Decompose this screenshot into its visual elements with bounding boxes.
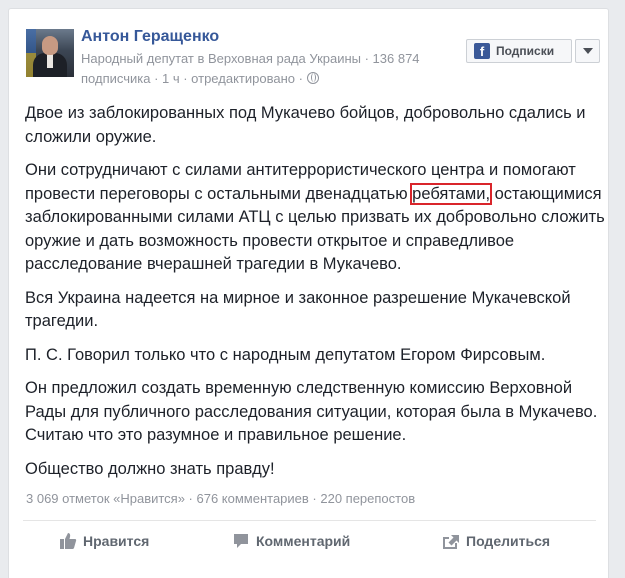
- post-card: Антон Геращенко Народный депутат в Верхо…: [8, 8, 609, 578]
- globe-icon[interactable]: [306, 72, 319, 84]
- comment-label: Комментарий: [256, 533, 351, 549]
- post-timestamp[interactable]: подписчика · 1 ч · отредактировано ·: [81, 71, 307, 86]
- actions-divider: [23, 520, 596, 521]
- chevron-down-icon: [582, 48, 593, 54]
- post-paragraph: Он предложил создать временную следствен…: [25, 379, 598, 444]
- like-button[interactable]: Нравится: [59, 532, 149, 550]
- post-stats[interactable]: 3 069 отметок «Нравится» · 676 комментар…: [26, 491, 415, 506]
- author-name[interactable]: Антон Геращенко: [81, 28, 219, 46]
- facebook-icon: f: [474, 43, 490, 59]
- avatar-shirt: [47, 54, 53, 68]
- follow-button[interactable]: f Подписки: [466, 39, 572, 63]
- comment-button[interactable]: Комментарий: [232, 532, 350, 550]
- share-button[interactable]: Поделиться: [442, 532, 550, 550]
- highlighted-word: ребятами,: [410, 182, 493, 205]
- post-paragraph: Общество должно знать правду!: [25, 459, 275, 478]
- follow-button-label: Подписки: [496, 44, 555, 58]
- post-paragraph: Вся Украина надеется на мирное и законно…: [25, 288, 571, 331]
- author-avatar[interactable]: [26, 29, 74, 77]
- author-description: Народный депутат в Верховная рада Украин…: [81, 51, 420, 66]
- like-label: Нравится: [83, 533, 150, 549]
- post-paragraph: Двое из заблокированных под Мукачево бой…: [25, 104, 586, 146]
- post-paragraph: Они сотрудничают с силами антитеррористи…: [25, 159, 605, 277]
- post-body: Двое из заблокированных под Мукачево бой…: [25, 102, 605, 491]
- comment-icon: [234, 534, 248, 548]
- follow-options-button[interactable]: [575, 39, 600, 63]
- share-label: Поделиться: [466, 533, 551, 549]
- post-meta: Народный депутат в Верховная рада Украин…: [81, 49, 461, 89]
- thumbs-up-icon: [60, 533, 77, 549]
- share-icon: [443, 535, 459, 549]
- avatar-head: [42, 36, 58, 55]
- post-paragraph: П. С. Говорил только что с народным депу…: [25, 345, 546, 364]
